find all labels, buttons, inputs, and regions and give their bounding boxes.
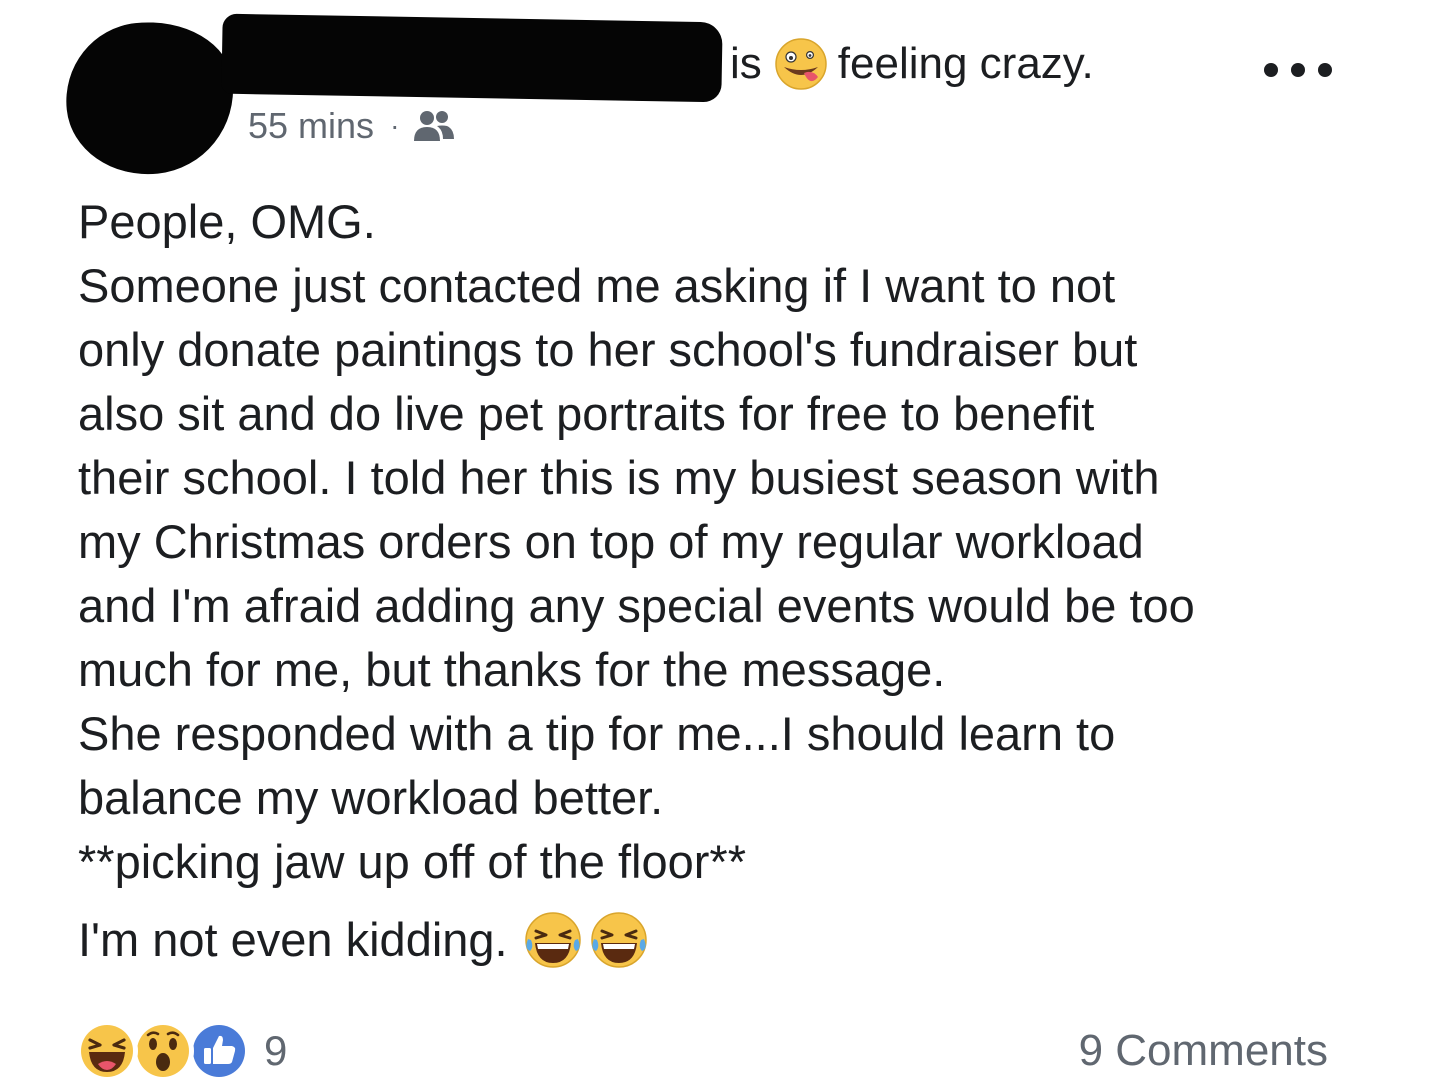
post-body-line: only donate paintings to her school's fu… [78,323,1138,376]
post-body-line: Someone just contacted me asking if I wa… [78,259,1116,312]
more-dot-icon [1264,63,1278,77]
reaction-count: 9 [264,1027,288,1074]
status-feeling[interactable]: feeling crazy. [838,36,1094,92]
laughing-tears-emoji-icon [590,912,647,968]
crazy-face-emoji-icon [775,38,827,90]
post-timestamp[interactable]: 55 mins [248,104,374,148]
meta-separator: · [390,110,400,141]
wow-reaction-icon [132,1020,194,1082]
post-body-last-line: I'm not even kidding. [78,908,1378,972]
author-name-redacted[interactable] [221,13,723,103]
laughing-tears-emoji-icon [524,912,581,968]
status-verb: is [730,39,762,88]
post-body-line: People, OMG. [78,195,376,248]
friends-audience-icon[interactable] [413,108,455,144]
avatar-redacted[interactable] [58,13,242,183]
more-dot-icon [1318,63,1332,77]
post-body-line: also sit and do live pet portraits for f… [78,387,1095,440]
post-body-line: She responded with a tip for me...I shou… [78,707,1116,760]
more-dot-icon [1291,63,1305,77]
post-status-line: is feeling crazy. [730,36,1094,92]
post-meta: 55 mins · [248,104,455,148]
post-body-line: **picking jaw up off of the floor** [78,835,746,888]
reactions-summary[interactable]: 9 [76,1020,287,1082]
post-body-line: my Christmas orders on top of my regular… [78,515,1144,568]
post-body: People, OMG. Someone just contacted me a… [78,190,1378,972]
post-body-line: much for me, but thanks for the message. [78,643,946,696]
post-body-line: balance my workload better. [78,771,664,824]
haha-reaction-icon [76,1020,138,1082]
like-reaction-icon [188,1020,250,1082]
post-body-line: and I'm afraid adding any special events… [78,579,1195,632]
post-body-line: I'm not even kidding. [78,913,508,966]
comments-link[interactable]: 9 Comments [1079,1026,1328,1076]
post-footer: 9 9 Comments [76,1018,1328,1084]
more-options-button[interactable] [1264,56,1332,84]
post-body-line: their school. I told her this is my busi… [78,451,1160,504]
facebook-post: is feeling crazy. 55 mins · People, OMG.… [0,0,1442,1088]
